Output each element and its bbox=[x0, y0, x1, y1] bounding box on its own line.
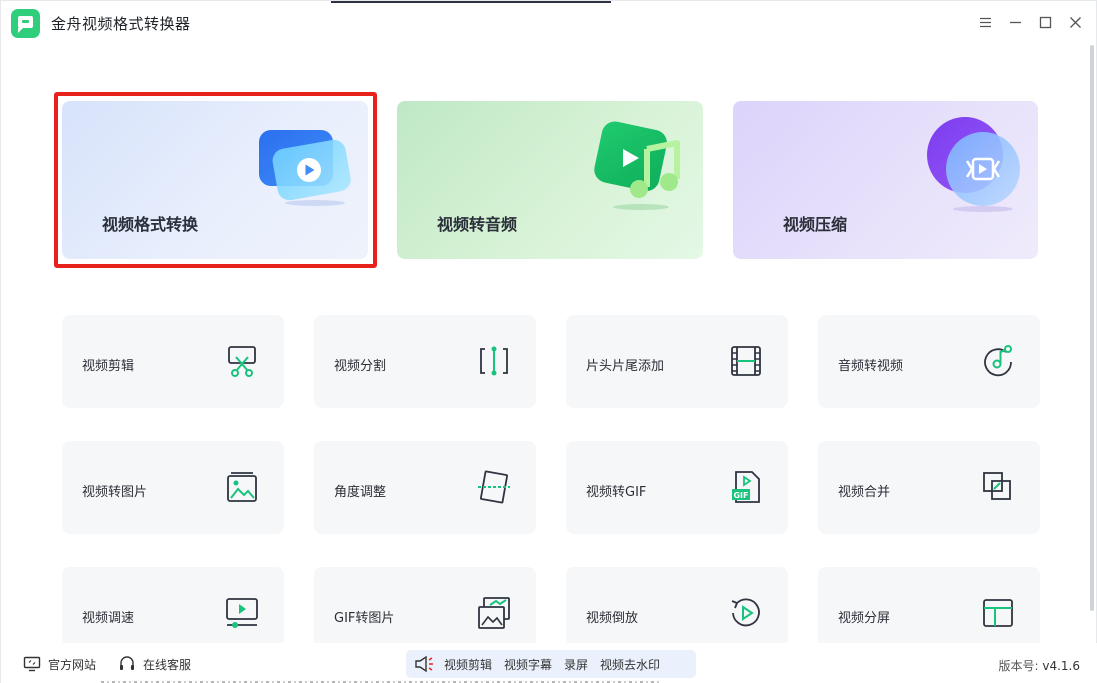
tool-label: 视频合并 bbox=[838, 485, 891, 500]
promo-bar: 视频剪辑 视频字幕 录屏 视频去水印 bbox=[406, 650, 696, 678]
image-icon bbox=[224, 469, 260, 505]
tool-label: 视频分屏 bbox=[838, 611, 891, 626]
megaphone-icon bbox=[415, 655, 433, 673]
tool-angle-adjust[interactable]: 角度调整 bbox=[314, 441, 536, 534]
website-label: 官方网站 bbox=[48, 657, 97, 672]
app-title: 金舟视频格式转换器 bbox=[51, 15, 191, 33]
tool-video-merge[interactable]: 视频合并 bbox=[818, 441, 1040, 534]
version-info: 版本号: v4.1.6 bbox=[998, 657, 1080, 674]
video-to-audio-icon bbox=[589, 119, 684, 211]
bottom-bar: 官方网站 在线客服 视频剪辑 视频字幕 录屏 视频去水印 版本号: v4.1.6 bbox=[1, 643, 1097, 683]
tool-intro-outro[interactable]: 片头片尾添加 bbox=[566, 315, 788, 408]
tool-label: 视频分割 bbox=[334, 359, 387, 374]
film-strip-icon bbox=[728, 343, 764, 379]
website-link[interactable]: 官方网站 bbox=[23, 655, 96, 673]
svg-text:GIF: GIF bbox=[733, 491, 748, 500]
tool-video-edit[interactable]: 视频剪辑 bbox=[62, 315, 284, 408]
tool-video-split[interactable]: 视频分割 bbox=[314, 315, 536, 408]
menu-icon[interactable] bbox=[974, 11, 996, 33]
tool-video-to-gif[interactable]: 视频转GIF GIF bbox=[566, 441, 788, 534]
tool-label: 视频倒放 bbox=[586, 611, 639, 626]
gif-to-image-icon bbox=[476, 595, 512, 631]
tool-label: 视频转GIF bbox=[586, 485, 647, 500]
reverse-play-icon bbox=[728, 595, 764, 631]
feature-label: 视频压缩 bbox=[783, 215, 848, 234]
split-icon bbox=[476, 343, 512, 379]
tool-video-to-image[interactable]: 视频转图片 bbox=[62, 441, 284, 534]
scrollbar-thumb[interactable] bbox=[1090, 45, 1094, 611]
support-link[interactable]: 在线客服 bbox=[118, 655, 191, 673]
video-convert-icon bbox=[257, 127, 352, 207]
feature-label: 视频转音频 bbox=[437, 215, 518, 234]
rotate-frame-icon bbox=[476, 469, 512, 505]
feature-video-compress[interactable]: 视频压缩 bbox=[733, 101, 1038, 259]
close-icon[interactable] bbox=[1064, 11, 1086, 33]
version-number: v4.1.6 bbox=[1042, 659, 1080, 673]
feature-label: 视频格式转换 bbox=[102, 215, 199, 234]
promo-screen-record[interactable]: 录屏 bbox=[564, 656, 588, 673]
tool-label: GIF转图片 bbox=[334, 611, 395, 626]
gif-file-icon: GIF bbox=[728, 469, 764, 505]
minimize-icon[interactable] bbox=[1004, 11, 1026, 33]
feature-video-to-audio[interactable]: 视频转音频 bbox=[397, 101, 703, 259]
headset-icon bbox=[120, 656, 134, 670]
promo-video-subtitle[interactable]: 视频字幕 bbox=[504, 656, 552, 673]
tool-label: 视频剪辑 bbox=[82, 359, 135, 374]
tool-audio-to-video[interactable]: 音频转视频 bbox=[818, 315, 1040, 408]
merge-icon bbox=[980, 469, 1016, 505]
promo-video-edit[interactable]: 视频剪辑 bbox=[444, 656, 492, 673]
feature-video-convert[interactable]: 视频格式转换 bbox=[62, 101, 368, 259]
promo-remove-watermark[interactable]: 视频去水印 bbox=[600, 656, 660, 673]
scissors-icon bbox=[224, 343, 260, 379]
tool-label: 视频转图片 bbox=[82, 485, 148, 500]
music-disc-icon bbox=[980, 343, 1016, 379]
tool-label: 片头片尾添加 bbox=[586, 359, 665, 374]
video-compress-icon bbox=[923, 117, 1023, 213]
monitor-icon bbox=[23, 656, 41, 672]
title-bar: 金舟视频格式转换器 bbox=[1, 1, 1097, 45]
support-label: 在线客服 bbox=[143, 657, 192, 672]
speed-icon bbox=[224, 595, 260, 631]
app-window: 金舟视频格式转换器 视频格式转换 视频转音频 视频压缩 视频剪辑 视频分割 片头… bbox=[0, 0, 1097, 683]
app-logo-icon bbox=[11, 9, 40, 38]
tool-label: 视频调速 bbox=[82, 611, 135, 626]
version-label: 版本号: bbox=[998, 659, 1039, 673]
split-screen-icon bbox=[980, 595, 1016, 631]
maximize-icon[interactable] bbox=[1034, 11, 1056, 33]
tool-label: 角度调整 bbox=[334, 485, 387, 500]
tool-label: 音频转视频 bbox=[838, 359, 904, 374]
